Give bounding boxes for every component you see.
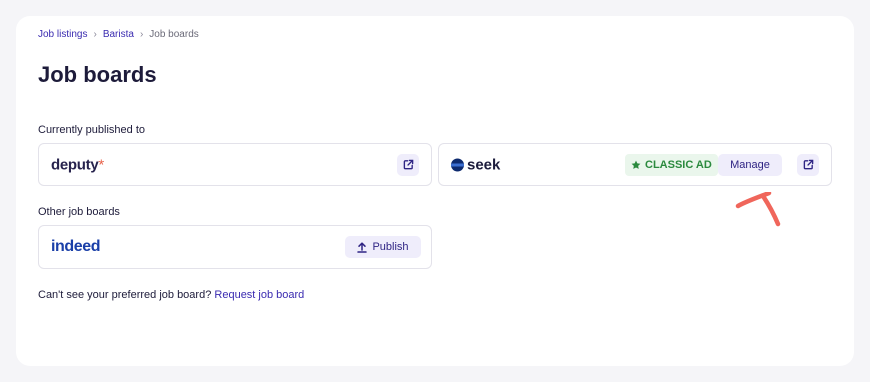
breadcrumb: Job listings › Barista › Job boards	[38, 29, 199, 40]
page-title: Job boards	[38, 62, 157, 87]
other-section-label: Other job boards	[38, 206, 120, 218]
open-deputy-button[interactable]	[397, 153, 419, 176]
open-seek-button[interactable]	[797, 153, 819, 176]
deputy-logo: deputy*	[51, 156, 104, 173]
breadcrumb-barista[interactable]: Barista	[103, 29, 134, 40]
annotation-arrow	[735, 192, 781, 227]
upload-icon	[357, 241, 368, 253]
publish-button[interactable]: Publish	[345, 236, 421, 258]
job-board-card-deputy: deputy*	[38, 143, 432, 186]
seek-globe-icon	[451, 158, 464, 171]
manage-button[interactable]: Manage	[718, 153, 782, 176]
job-board-card-indeed: indeed Publish	[38, 225, 432, 269]
request-job-board-link[interactable]: Request job board	[214, 289, 304, 301]
star-icon	[631, 160, 641, 169]
indeed-logo: indeed	[51, 238, 101, 255]
external-link-icon	[403, 159, 413, 170]
job-board-card-seek: seek CLASSIC AD Manage	[438, 143, 832, 186]
chevron-right-icon: ›	[139, 29, 144, 40]
chevron-right-icon: ›	[93, 29, 97, 40]
external-link-icon	[803, 159, 813, 170]
published-section-label: Currently published to	[38, 124, 146, 136]
classic-ad-badge: CLASSIC AD	[625, 153, 718, 176]
page-panel: Job listings › Barista › Job boards Job …	[16, 16, 854, 366]
breadcrumb-job-listings[interactable]: Job listings	[38, 29, 87, 40]
request-board-text: Can't see your preferred job board? Requ…	[38, 289, 305, 301]
breadcrumb-current: Job boards	[149, 29, 199, 40]
seek-logo: seek	[451, 156, 500, 173]
